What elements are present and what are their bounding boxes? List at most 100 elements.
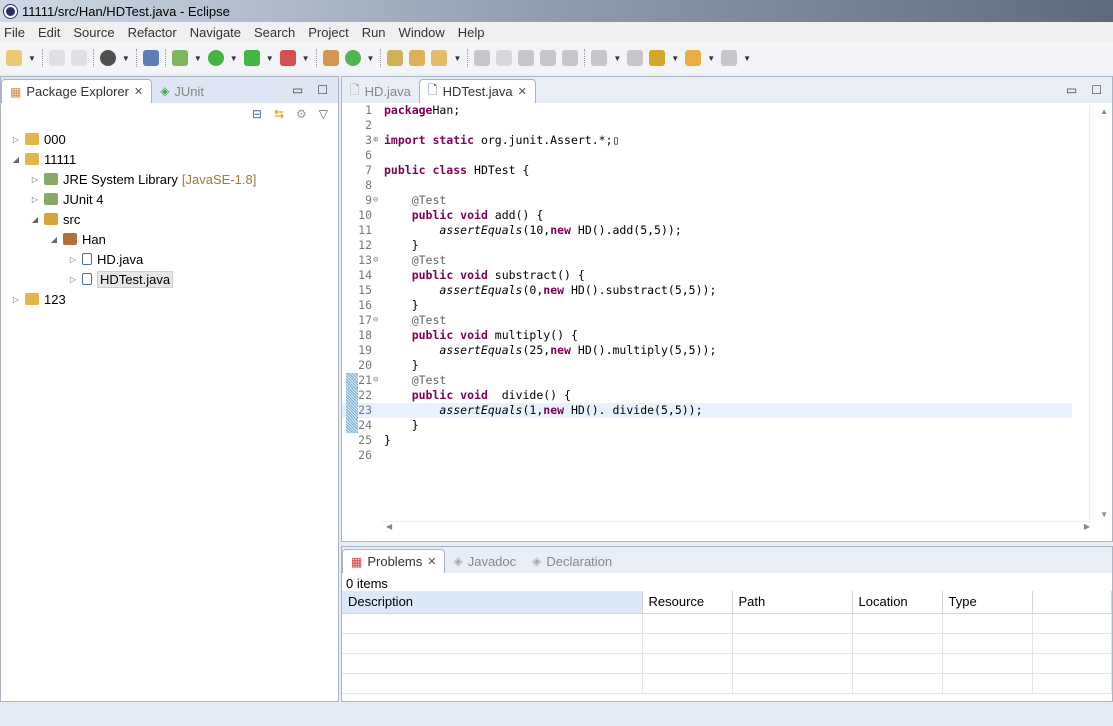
code-line[interactable]: 13 ⊖ @Test — [342, 253, 1092, 268]
open-folder-icon[interactable] — [409, 50, 426, 66]
maximize-icon[interactable]: ☐ — [317, 83, 328, 97]
collapsed-arrow-icon[interactable]: ▷ — [68, 255, 78, 264]
person-icon[interactable] — [99, 50, 116, 66]
menu-project[interactable]: Project — [308, 25, 348, 40]
new-junit-icon[interactable] — [344, 50, 361, 66]
left-tab-package-explorer[interactable]: ▦ Package Explorer ✕ — [1, 79, 153, 103]
code-line[interactable]: 11 assertEquals(10,new HD().add(5,5)); — [342, 223, 1092, 238]
next-annotation-dropdown-icon[interactable]: ▼ — [613, 54, 621, 63]
open-type-icon[interactable] — [387, 50, 404, 66]
debug-dropdown-icon[interactable]: ▼ — [194, 54, 202, 63]
menu-edit[interactable]: Edit — [38, 25, 60, 40]
task-icon[interactable] — [431, 50, 448, 66]
maximize-icon[interactable]: ☐ — [1091, 83, 1102, 97]
forward-dropdown-icon[interactable]: ▼ — [743, 54, 751, 63]
run-dropdown-icon[interactable]: ▼ — [230, 54, 238, 63]
run-icon[interactable] — [207, 50, 224, 66]
close-tab-icon[interactable]: ✕ — [427, 555, 436, 568]
collapsed-arrow-icon[interactable]: ▷ — [68, 275, 78, 284]
code-line[interactable]: 23 assertEquals(1,new HD(). divide(5,5))… — [342, 403, 1072, 418]
code-line[interactable]: 3 ⊕ import static org.junit.Assert.*;▯ — [342, 133, 1092, 148]
code-line[interactable]: 7 public class HDTest { — [342, 163, 1092, 178]
code-line[interactable]: 8 — [342, 178, 1092, 193]
code-line[interactable]: 18 public void multiply() { — [342, 328, 1092, 343]
prev-annotation-icon[interactable] — [627, 50, 644, 66]
collapsed-arrow-icon[interactable]: ▷ — [30, 175, 40, 184]
bottom-tab-problems[interactable]: ▦ Problems ✕ — [342, 549, 446, 573]
code-line[interactable]: 10 public void add() { — [342, 208, 1092, 223]
external-tools-icon[interactable] — [279, 50, 296, 66]
view-menu-icon[interactable]: ▽ — [319, 107, 328, 121]
menu-navigate[interactable]: Navigate — [190, 25, 241, 40]
task-dropdown-icon[interactable]: ▼ — [453, 54, 461, 63]
forward-icon[interactable] — [721, 50, 738, 66]
tree-item-han[interactable]: ◢ Han — [1, 229, 338, 249]
coverage-icon[interactable] — [243, 50, 260, 66]
collapsed-arrow-icon[interactable]: ▷ — [30, 195, 40, 204]
code-line[interactable]: 6 — [342, 148, 1092, 163]
collapse-fold-icon[interactable]: ⊖ — [373, 373, 378, 388]
expanded-arrow-icon[interactable]: ◢ — [30, 215, 40, 224]
new-junit-dropdown-icon[interactable]: ▼ — [367, 54, 375, 63]
collapse-fold-icon[interactable]: ⊖ — [373, 193, 378, 208]
code-line[interactable]: 20 } — [342, 358, 1092, 373]
code-editor[interactable]: 1 packageHan; 2 3 ⊕ import static org.junit.A… — [342, 100, 1092, 520]
save-all-icon[interactable] — [70, 50, 87, 66]
save-icon[interactable] — [48, 50, 65, 66]
annotation-icon[interactable] — [540, 50, 557, 66]
menu-run[interactable]: Run — [362, 25, 386, 40]
column-header-type[interactable]: Type — [942, 591, 1033, 614]
new-icon[interactable] — [6, 50, 22, 66]
code-line[interactable]: 1 packageHan; — [342, 103, 1092, 118]
left-tab-junit[interactable]: ◈ JUnit — [152, 79, 212, 103]
next-annotation-icon[interactable] — [591, 50, 608, 66]
menu-file[interactable]: File — [4, 25, 25, 40]
person-dropdown-icon[interactable]: ▼ — [122, 54, 130, 63]
code-line[interactable]: 9 ⊖ @Test — [342, 193, 1092, 208]
scroll-down-icon[interactable]: ▼ — [1100, 510, 1108, 519]
column-header-resource[interactable]: Resource — [642, 591, 733, 614]
code-line[interactable]: 25} — [342, 433, 1092, 448]
column-header-path[interactable]: Path — [732, 591, 853, 614]
toggle-mark-icon[interactable] — [562, 50, 579, 66]
expand-fold-icon[interactable]: ⊕ — [373, 133, 378, 148]
tree-item-junit-4[interactable]: ▷ JUnit 4 — [1, 189, 338, 209]
code-line[interactable]: 24 } — [342, 418, 1092, 433]
menu-source[interactable]: Source — [73, 25, 114, 40]
menu-help[interactable]: Help — [458, 25, 485, 40]
code-line[interactable]: 22 public void divide() { — [342, 388, 1092, 403]
code-line[interactable]: 26 — [342, 448, 1092, 463]
pin-icon[interactable] — [474, 50, 491, 66]
tree-item-123[interactable]: ▷ 123 — [1, 289, 338, 309]
external-tools-dropdown-icon[interactable]: ▼ — [302, 54, 310, 63]
expanded-arrow-icon[interactable]: ◢ — [49, 235, 59, 244]
tree-item-11111[interactable]: ◢ 11111 — [1, 149, 338, 169]
tree-item-hdtest-java[interactable]: ▷ HDTest.java — [1, 269, 338, 289]
menu-window[interactable]: Window — [399, 25, 445, 40]
last-edit-dropdown-icon[interactable]: ▼ — [671, 54, 679, 63]
scroll-up-icon[interactable]: ▲ — [1100, 107, 1108, 116]
collapsed-arrow-icon[interactable]: ▷ — [11, 135, 21, 144]
new-class-icon[interactable] — [322, 50, 339, 66]
column-header-description[interactable]: Description — [342, 591, 643, 614]
tree-item-src[interactable]: ◢ src — [1, 209, 338, 229]
close-tab-icon[interactable]: ✕ — [134, 85, 143, 98]
column-header-location[interactable]: Location — [852, 591, 943, 614]
search-icon[interactable] — [518, 50, 535, 66]
last-edit-icon[interactable] — [649, 50, 666, 66]
collapse-fold-icon[interactable]: ⊖ — [373, 313, 378, 328]
horizontal-scrollbar[interactable]: ◀ ▶ — [382, 521, 1090, 535]
close-tab-icon[interactable]: ✕ — [518, 85, 527, 98]
skip-breakpoints-icon[interactable] — [142, 50, 159, 66]
back-dropdown-icon[interactable]: ▼ — [707, 54, 715, 63]
expanded-arrow-icon[interactable]: ◢ — [11, 155, 21, 164]
debug-icon[interactable] — [171, 50, 188, 66]
tree-item-hd-java[interactable]: ▷ HD.java — [1, 249, 338, 269]
menu-search[interactable]: Search — [254, 25, 295, 40]
coverage-dropdown-icon[interactable]: ▼ — [266, 54, 274, 63]
code-line[interactable]: 21 ⊖ @Test — [342, 373, 1092, 388]
collapse-all-icon[interactable]: ⊟ — [252, 107, 262, 121]
link-with-editor-icon[interactable]: ⇆ — [274, 107, 284, 121]
code-line[interactable]: 15 assertEquals(0,new HD().substract(5,5… — [342, 283, 1092, 298]
minimize-icon[interactable]: ▭ — [1066, 83, 1077, 97]
